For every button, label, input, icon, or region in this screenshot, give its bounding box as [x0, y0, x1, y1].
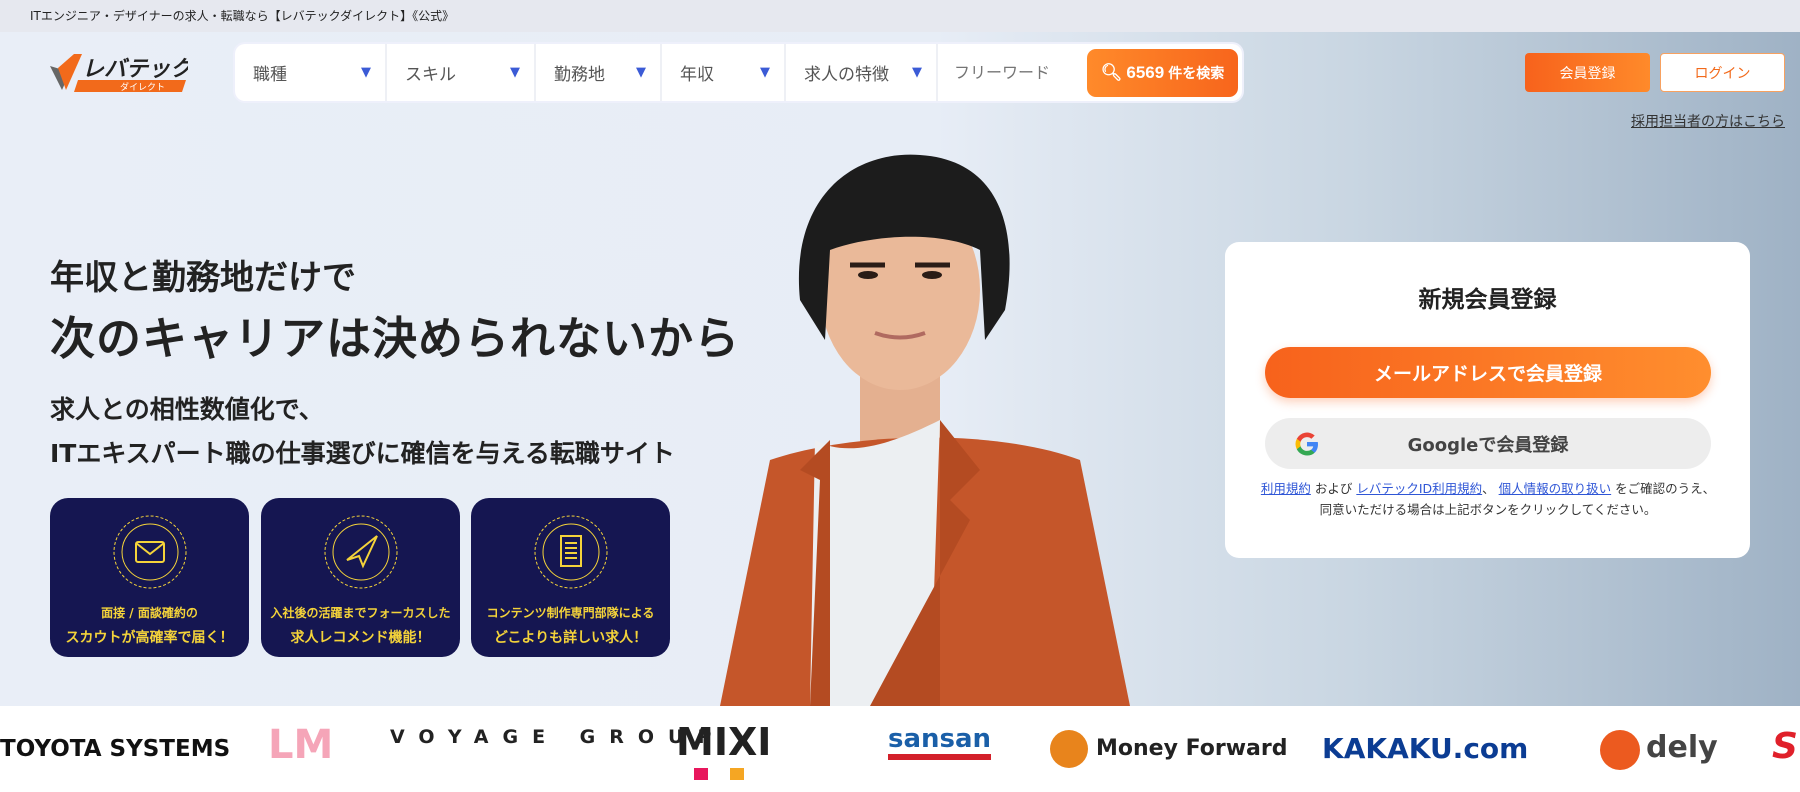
svg-text:レバテック: レバテック [82, 57, 188, 82]
feature-card-contents: コンテンツ制作専門部隊による どこよりも詳しい求人！ [471, 498, 670, 657]
dropdown-arrow-icon: ▼ [760, 65, 770, 80]
logo-mixi: MIXI [676, 720, 772, 764]
google-signup-button[interactable]: Googleで会員登録 [1265, 418, 1711, 469]
filter-salary[interactable]: 年収 ▼ [662, 44, 786, 101]
paper-plane-icon [324, 515, 397, 589]
logo-toyota-systems: TOYOTA SYSTEMS [0, 736, 231, 762]
logo-partial: S [1772, 726, 1798, 767]
filter-location[interactable]: 勤務地 ▼ [536, 44, 662, 101]
dropdown-arrow-icon: ▼ [636, 65, 646, 80]
svg-text:ダイレクト: ダイレクト [120, 81, 165, 93]
hero-subtext: 求人との相性数値化で、 ITエキスパート職の仕事選びに確信を与える転職サイト [50, 395, 675, 468]
dropdown-arrow-icon: ▼ [912, 65, 922, 80]
signup-title: 新規会員登録 [1418, 287, 1557, 313]
mixi-square-pink [694, 768, 708, 780]
filter-features[interactable]: 求人の特徴 ▼ [786, 44, 938, 101]
levtech-direct-logo[interactable]: レバテック ダイレクト [48, 50, 188, 94]
search-icon: 🔍︎ [1100, 62, 1123, 82]
google-icon [1295, 432, 1318, 456]
dropdown-arrow-icon: ▼ [361, 65, 371, 80]
browser-tab-title: ITエンジニア・デザイナーの求人・転職なら【レバテックダイレクト】《公式》 [0, 0, 1800, 32]
login-button[interactable]: ログイン [1660, 53, 1785, 92]
filter-skill[interactable]: スキル ▼ [387, 44, 536, 101]
id-terms-link[interactable]: レバテックID利用規約 [1356, 481, 1482, 496]
privacy-link[interactable]: 個人情報の取り扱い [1499, 481, 1612, 496]
free-word-input[interactable] [938, 44, 1087, 101]
hero-heading-line1: 年収と勤務地だけで [50, 258, 356, 298]
signup-panel: 新規会員登録 メールアドレスで会員登録 Googleで会員登録 利用規約 および… [1225, 242, 1750, 558]
logo-sansan: sansan [888, 724, 992, 760]
register-button[interactable]: 会員登録 [1525, 53, 1650, 92]
email-signup-button[interactable]: メールアドレスで会員登録 [1265, 347, 1711, 398]
filter-job-type[interactable]: 職種 ▼ [235, 44, 387, 101]
terms-link[interactable]: 利用規約 [1261, 481, 1311, 496]
hero-heading-line2: 次のキャリアは決められないから [50, 312, 741, 365]
recruiter-link[interactable]: 採用担当者の方はこちら [1631, 111, 1785, 131]
envelope-icon [113, 515, 186, 589]
mixi-square-orange [730, 768, 744, 780]
terms-notice: 利用規約 および レバテックID利用規約、 個人情報の取り扱い をご確認のうえ、… [1260, 481, 1716, 517]
dropdown-arrow-icon: ▼ [510, 65, 520, 80]
logo-money-forward: Money Forward [1096, 736, 1288, 761]
logo-kakaku: KAKAKU.com [1322, 732, 1529, 765]
logo-lm: LM [268, 722, 334, 768]
search-button[interactable]: 🔍︎ 6569 件を検索 [1087, 48, 1238, 97]
money-forward-icon [1050, 730, 1088, 768]
company-logo-strip: TOYOTA SYSTEMS LM VOYAGE GROUP MIXI sans… [0, 706, 1800, 792]
job-search-bar: 職種▼ スキル▼ 勤務地▼ 年収▼ 求人の特徴▼ 🔍︎ 6569件を検索 [235, 44, 1242, 101]
feature-card-scout: 面接 / 面談確約の スカウトが高確率で届く！ [50, 498, 249, 657]
feature-card-recommend: 入社後の活躍までフォーカスした 求人レコメンド機能！ [261, 498, 460, 657]
logo-dely: dely [1646, 730, 1718, 765]
dely-icon [1600, 730, 1640, 770]
hero-person-photo [720, 154, 1130, 706]
logo-voyage-group: VOYAGE GROUP [390, 726, 726, 748]
document-icon [534, 515, 607, 589]
